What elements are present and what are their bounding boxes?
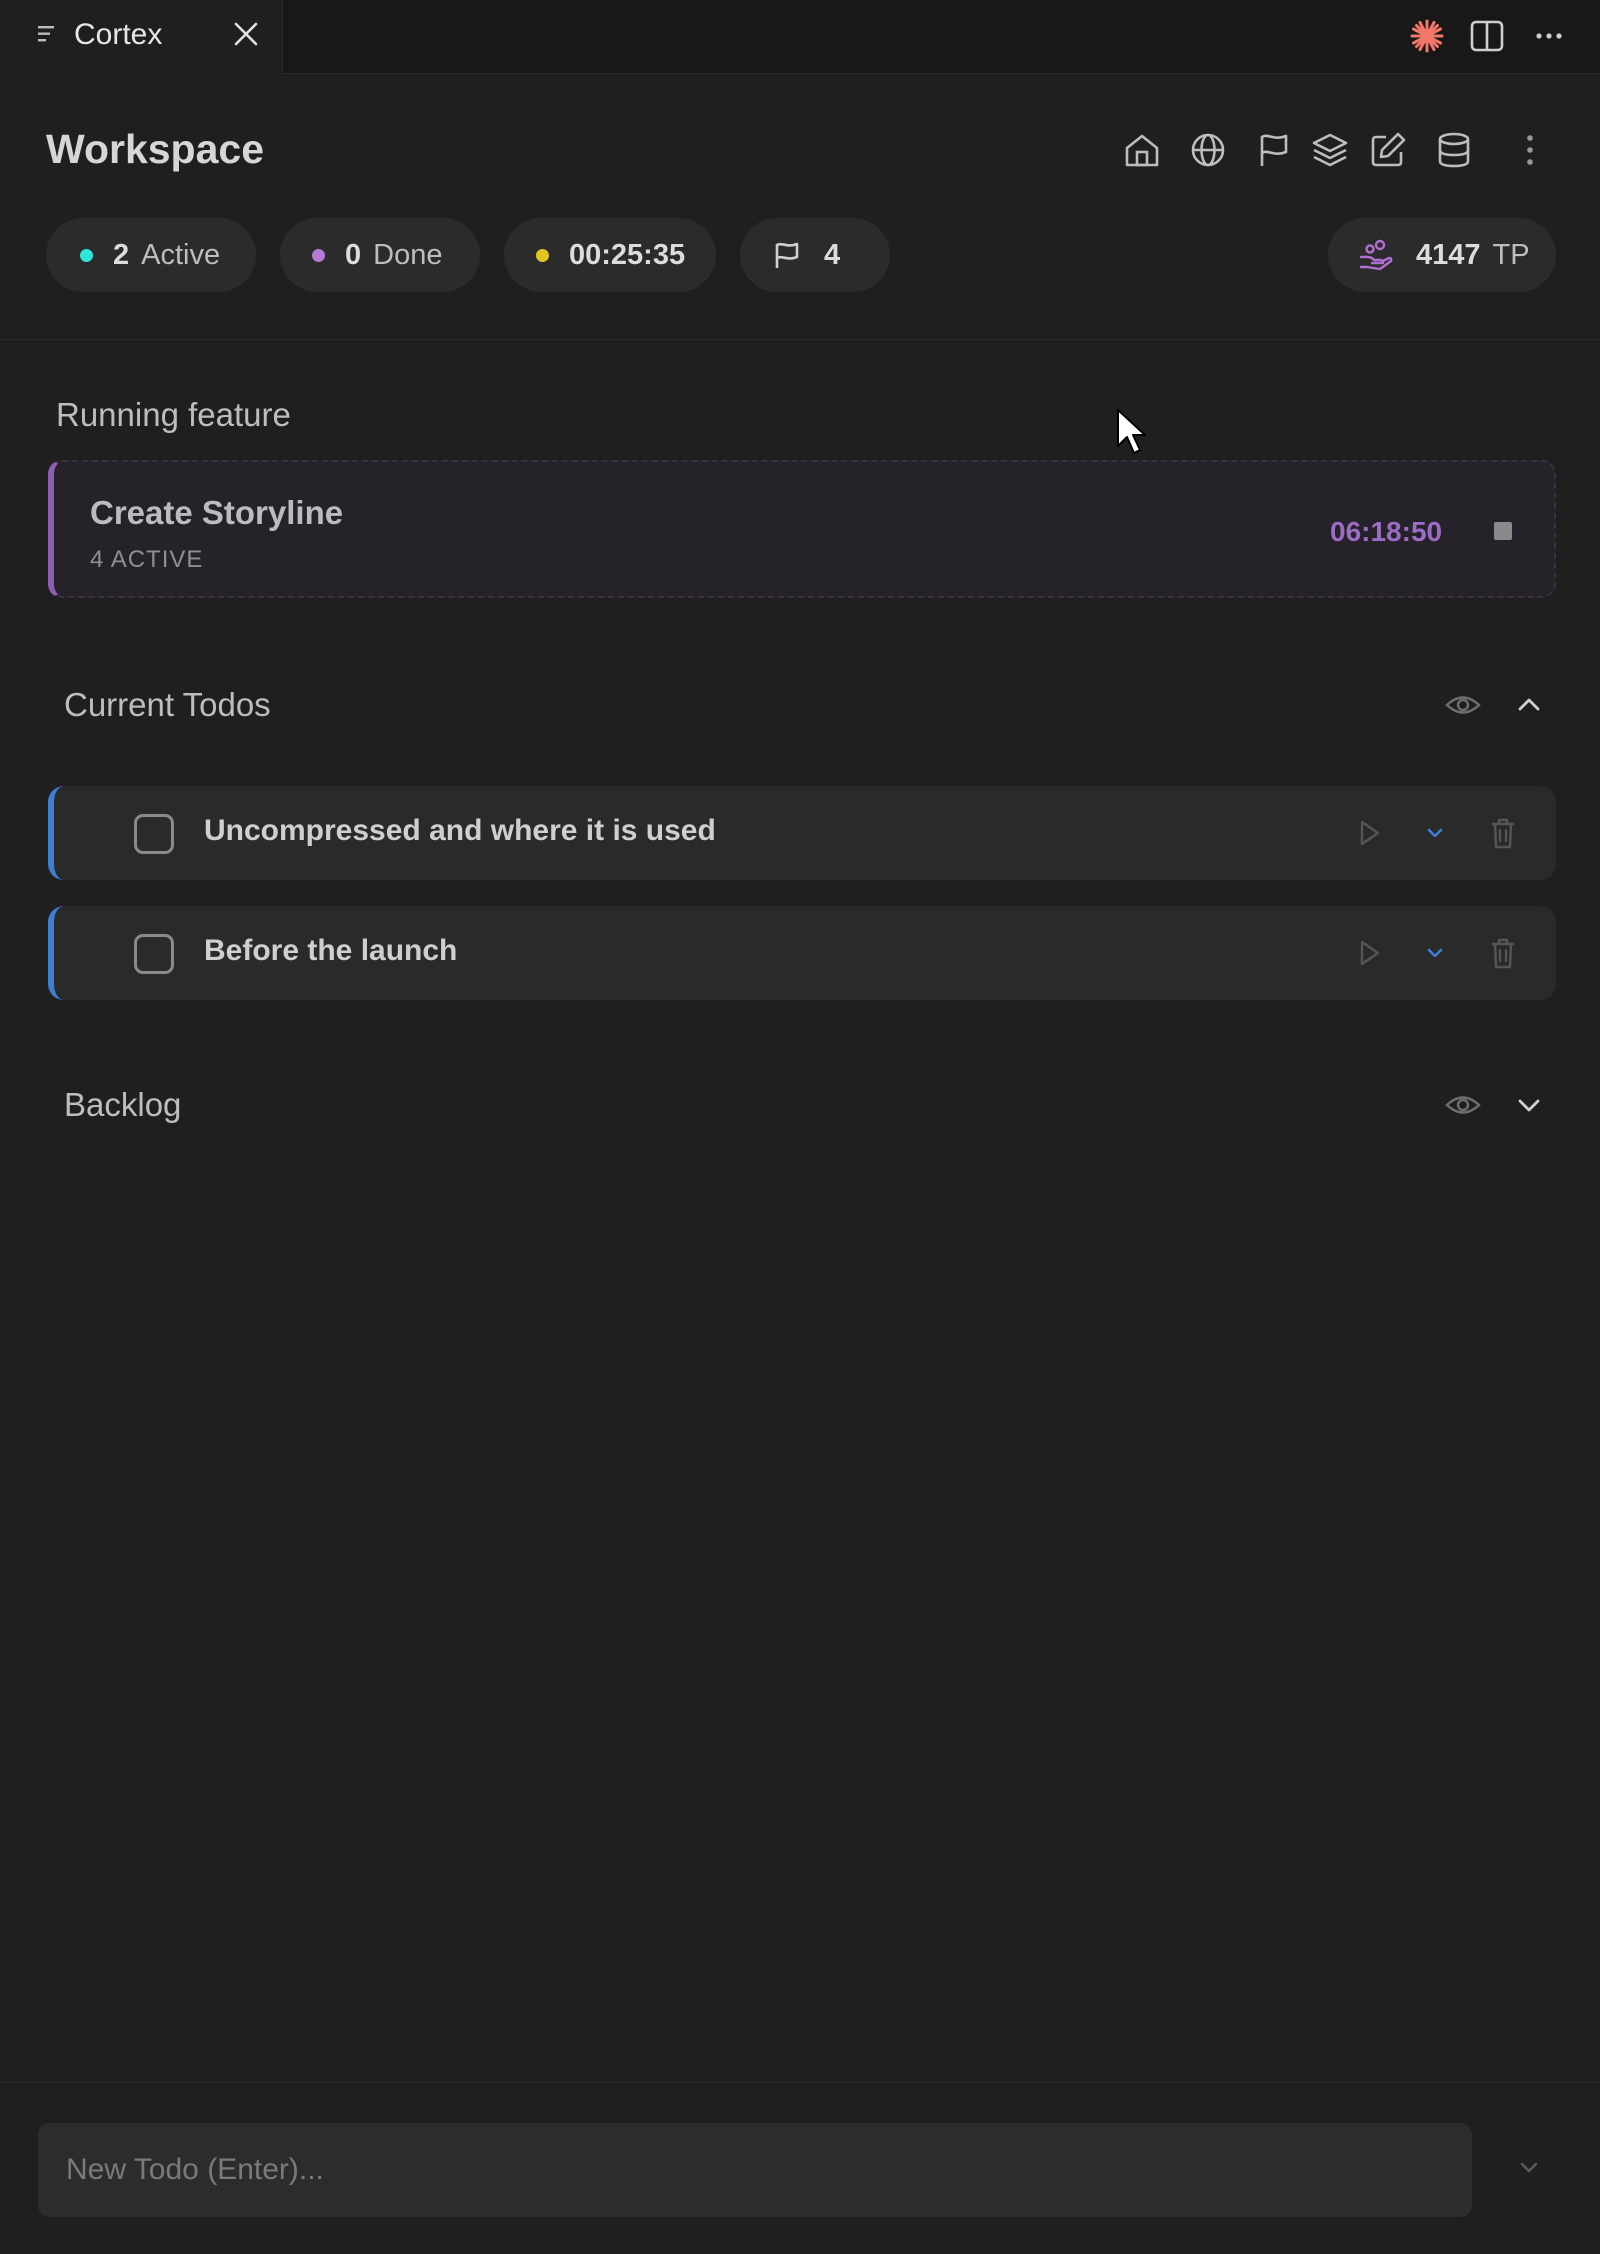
chevron-down-icon[interactable] [1510, 1086, 1548, 1124]
trash-icon[interactable] [1484, 934, 1522, 972]
play-icon[interactable] [1350, 934, 1388, 972]
trash-icon[interactable] [1484, 814, 1522, 852]
timer-pill[interactable]: 00:25:35 [504, 218, 716, 292]
todo-text: Before the launch [204, 934, 458, 967]
tab-title: Cortex [74, 18, 163, 51]
play-icon[interactable] [1350, 814, 1388, 852]
feature-timer: 06:18:50 [1330, 516, 1443, 547]
running-feature-card[interactable]: Create Storyline 4 ACTIVE 06:18:50 [48, 460, 1556, 598]
done-dot [312, 248, 325, 262]
hand-coins-icon [1359, 239, 1393, 271]
active-count-pill[interactable]: 2 Active [46, 218, 256, 292]
flags-pill[interactable]: 4 [740, 218, 890, 292]
points-unit: TP [1492, 238, 1530, 271]
running-feature-label: Running feature [56, 396, 291, 433]
done-count-pill[interactable]: 0 Done [280, 218, 480, 292]
done-count: 0 [345, 238, 362, 271]
stop-icon[interactable] [1494, 522, 1512, 540]
points-pill[interactable]: 4147 TP [1328, 218, 1556, 292]
done-label: Done [373, 238, 443, 271]
more-horizontal-icon[interactable] [1530, 17, 1568, 55]
flags-count: 4 [824, 238, 841, 271]
backlog-label: Backlog [64, 1086, 182, 1123]
feature-title: Create Storyline [90, 494, 344, 531]
todo-row[interactable]: Before the launch [48, 906, 1556, 1000]
flag-icon[interactable] [1254, 130, 1294, 170]
flag-icon [775, 242, 799, 268]
home-icon[interactable] [1122, 130, 1162, 170]
edit-icon[interactable] [1368, 130, 1408, 170]
spark-icon[interactable] [1408, 17, 1446, 55]
chevron-up-icon[interactable] [1510, 686, 1548, 724]
split-view-icon[interactable] [1468, 17, 1506, 55]
timer-dot [536, 248, 549, 262]
database-icon[interactable] [1434, 130, 1474, 170]
todo-checkbox[interactable] [134, 934, 174, 974]
tab-cortex[interactable]: Cortex [0, 0, 283, 74]
menu-lines-icon [38, 26, 54, 42]
points-value: 4147 [1416, 238, 1481, 271]
feature-subtitle: 4 ACTIVE [90, 546, 204, 573]
active-dot [80, 248, 93, 262]
mouse-cursor-icon [1117, 409, 1146, 454]
page-title: Workspace [46, 126, 265, 172]
timer-value: 00:25:35 [569, 238, 686, 271]
more-vertical-icon[interactable] [1510, 130, 1550, 170]
footer [0, 2082, 1600, 2254]
layers-icon[interactable] [1310, 130, 1350, 170]
chevron-down-icon[interactable] [1510, 2149, 1548, 2187]
eye-icon[interactable] [1444, 1086, 1482, 1124]
chevron-down-icon[interactable] [1416, 814, 1454, 852]
chevron-down-icon[interactable] [1416, 934, 1454, 972]
active-label: Active [141, 238, 221, 271]
close-icon[interactable] [232, 20, 260, 48]
tab-bar: Cortex [0, 0, 1600, 74]
eye-icon[interactable] [1444, 686, 1482, 724]
active-count: 2 [113, 238, 130, 271]
current-todos-label: Current Todos [64, 686, 271, 723]
workspace-header: Workspace 2 Active 0 Done 00:25:35 4 414… [0, 74, 1600, 340]
todo-row[interactable]: Uncompressed and where it is used [48, 786, 1556, 880]
new-todo-input[interactable] [38, 2123, 1472, 2217]
todo-checkbox[interactable] [134, 814, 174, 854]
todo-text: Uncompressed and where it is used [204, 814, 716, 847]
globe-icon[interactable] [1188, 130, 1228, 170]
